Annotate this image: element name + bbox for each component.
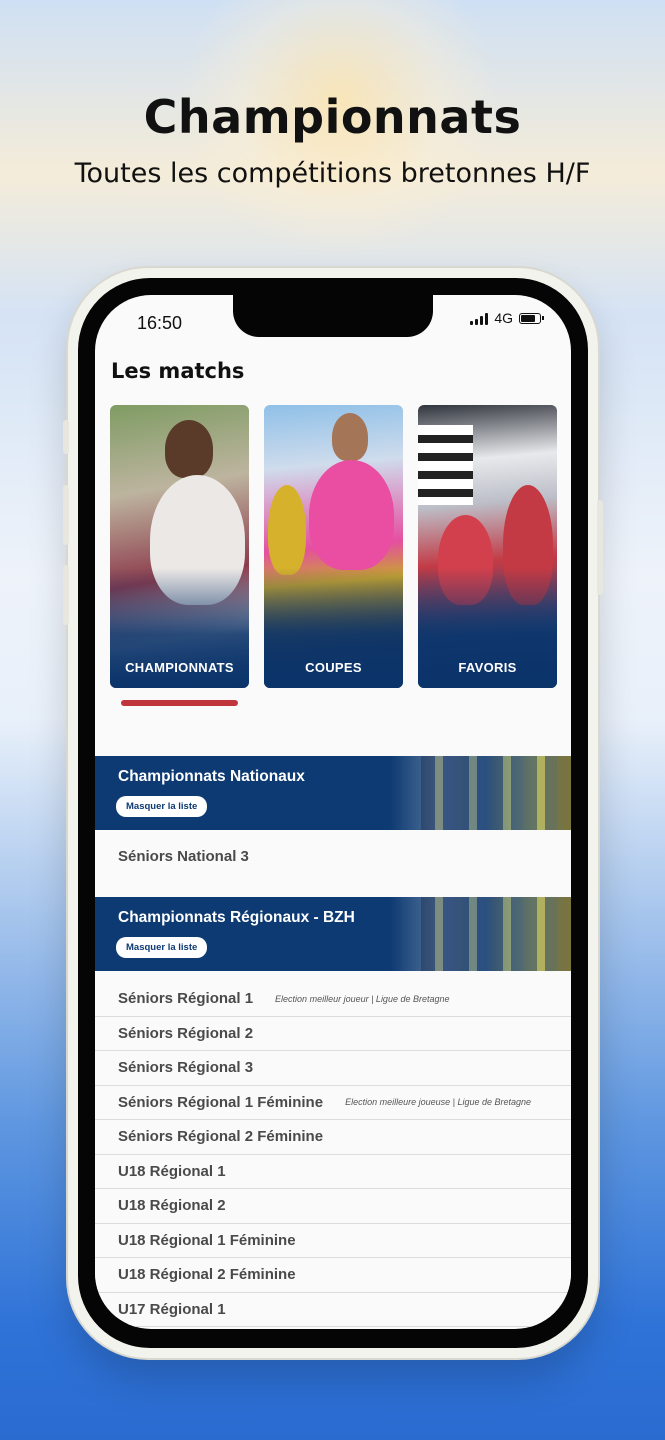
card-label: COUPES: [305, 660, 362, 675]
list-item-name: U18 Régional 2: [118, 1197, 226, 1215]
card-championnats[interactable]: CHAMPIONNATS: [110, 405, 249, 688]
list-item[interactable]: U18 Régional 1: [95, 1154, 571, 1189]
list-item[interactable]: U18 Régional 2 Féminine: [95, 1258, 571, 1293]
list-item[interactable]: U17 Régional 1: [95, 1292, 571, 1327]
card-favoris[interactable]: FAVORIS: [418, 405, 557, 688]
section-banner-nationaux: Championnats Nationaux Masquer la liste: [95, 756, 571, 830]
section-banner-regionaux: Championnats Régionaux - BZH Masquer la …: [95, 897, 571, 971]
list-item-note: Election meilleure joueuse | Ligue de Br…: [345, 1097, 532, 1108]
phone-side-button-volume-up: [63, 485, 69, 545]
battery-icon: [519, 312, 544, 324]
signal-icon: [470, 312, 489, 325]
hide-list-button[interactable]: Masquer la liste: [116, 796, 208, 817]
list-item-name: U17 Régional 1: [118, 1300, 226, 1318]
regional-list: Séniors Régional 1 Election meilleur jou…: [95, 982, 571, 1327]
card-label: FAVORIS: [458, 660, 517, 675]
banner-photo: [421, 897, 571, 971]
page-title: Les matchs: [111, 359, 245, 383]
list-item[interactable]: Séniors Régional 3: [95, 1051, 571, 1086]
list-item-note: Election meilleur joueur | Ligue de Bret…: [275, 993, 450, 1004]
promo-headline: Championnats: [143, 90, 522, 144]
list-item[interactable]: Séniors Régional 1 Election meilleur jou…: [95, 982, 571, 1017]
list-item[interactable]: Séniors Régional 1 Féminine Election mei…: [95, 1085, 571, 1120]
list-item[interactable]: Séniors Régional 2: [95, 1016, 571, 1051]
status-indicators: 4G: [470, 310, 544, 326]
list-item-name: Séniors Régional 2: [118, 1024, 254, 1042]
banner-photo: [421, 756, 571, 830]
list-item-name: Séniors National 3: [118, 848, 249, 865]
notch: [233, 295, 433, 337]
list-item-name: U18 Régional 1 Féminine: [118, 1231, 296, 1249]
list-item[interactable]: Séniors National 3: [95, 830, 571, 897]
list-item-name: U18 Régional 2 Féminine: [118, 1266, 296, 1284]
phone-side-button-silent: [63, 420, 69, 454]
promo-subheadline: Toutes les compétitions bretonnes H/F: [74, 158, 591, 189]
list-item-name: Séniors Régional 1 Féminine: [118, 1093, 324, 1111]
card-photo-figure: [309, 460, 394, 570]
list-item[interactable]: Séniors Régional 2 Féminine: [95, 1120, 571, 1155]
list-item-name: Séniors Régional 2 Féminine: [118, 1128, 324, 1146]
list-item[interactable]: U18 Régional 2: [95, 1189, 571, 1224]
section-title: Championnats Régionaux - BZH: [118, 909, 355, 926]
list-item-name: Séniors Régional 3: [118, 1059, 254, 1077]
network-label: 4G: [494, 310, 513, 326]
card-coupes[interactable]: COUPES: [264, 405, 403, 688]
phone-screen: 16:50 4G Les matchs CHAMPIONNATS COUPES …: [95, 295, 571, 1329]
card-photo-figure: [165, 420, 213, 478]
list-item-name: Séniors Régional 1: [118, 990, 254, 1008]
list-item-name: U18 Régional 1: [118, 1162, 226, 1180]
category-cards: CHAMPIONNATS COUPES FAVORIS: [110, 405, 557, 688]
active-tab-indicator: [121, 700, 238, 706]
card-photo-figure: [418, 425, 473, 505]
phone-side-button-power: [597, 500, 603, 595]
hide-list-button[interactable]: Masquer la liste: [116, 937, 208, 958]
phone-side-button-volume-down: [63, 565, 69, 625]
section-title: Championnats Nationaux: [118, 768, 305, 785]
card-photo-figure: [268, 485, 306, 575]
card-label: CHAMPIONNATS: [125, 660, 234, 675]
list-item[interactable]: U18 Régional 1 Féminine: [95, 1223, 571, 1258]
card-photo-figure: [332, 413, 368, 461]
status-time: 16:50: [137, 313, 183, 333]
